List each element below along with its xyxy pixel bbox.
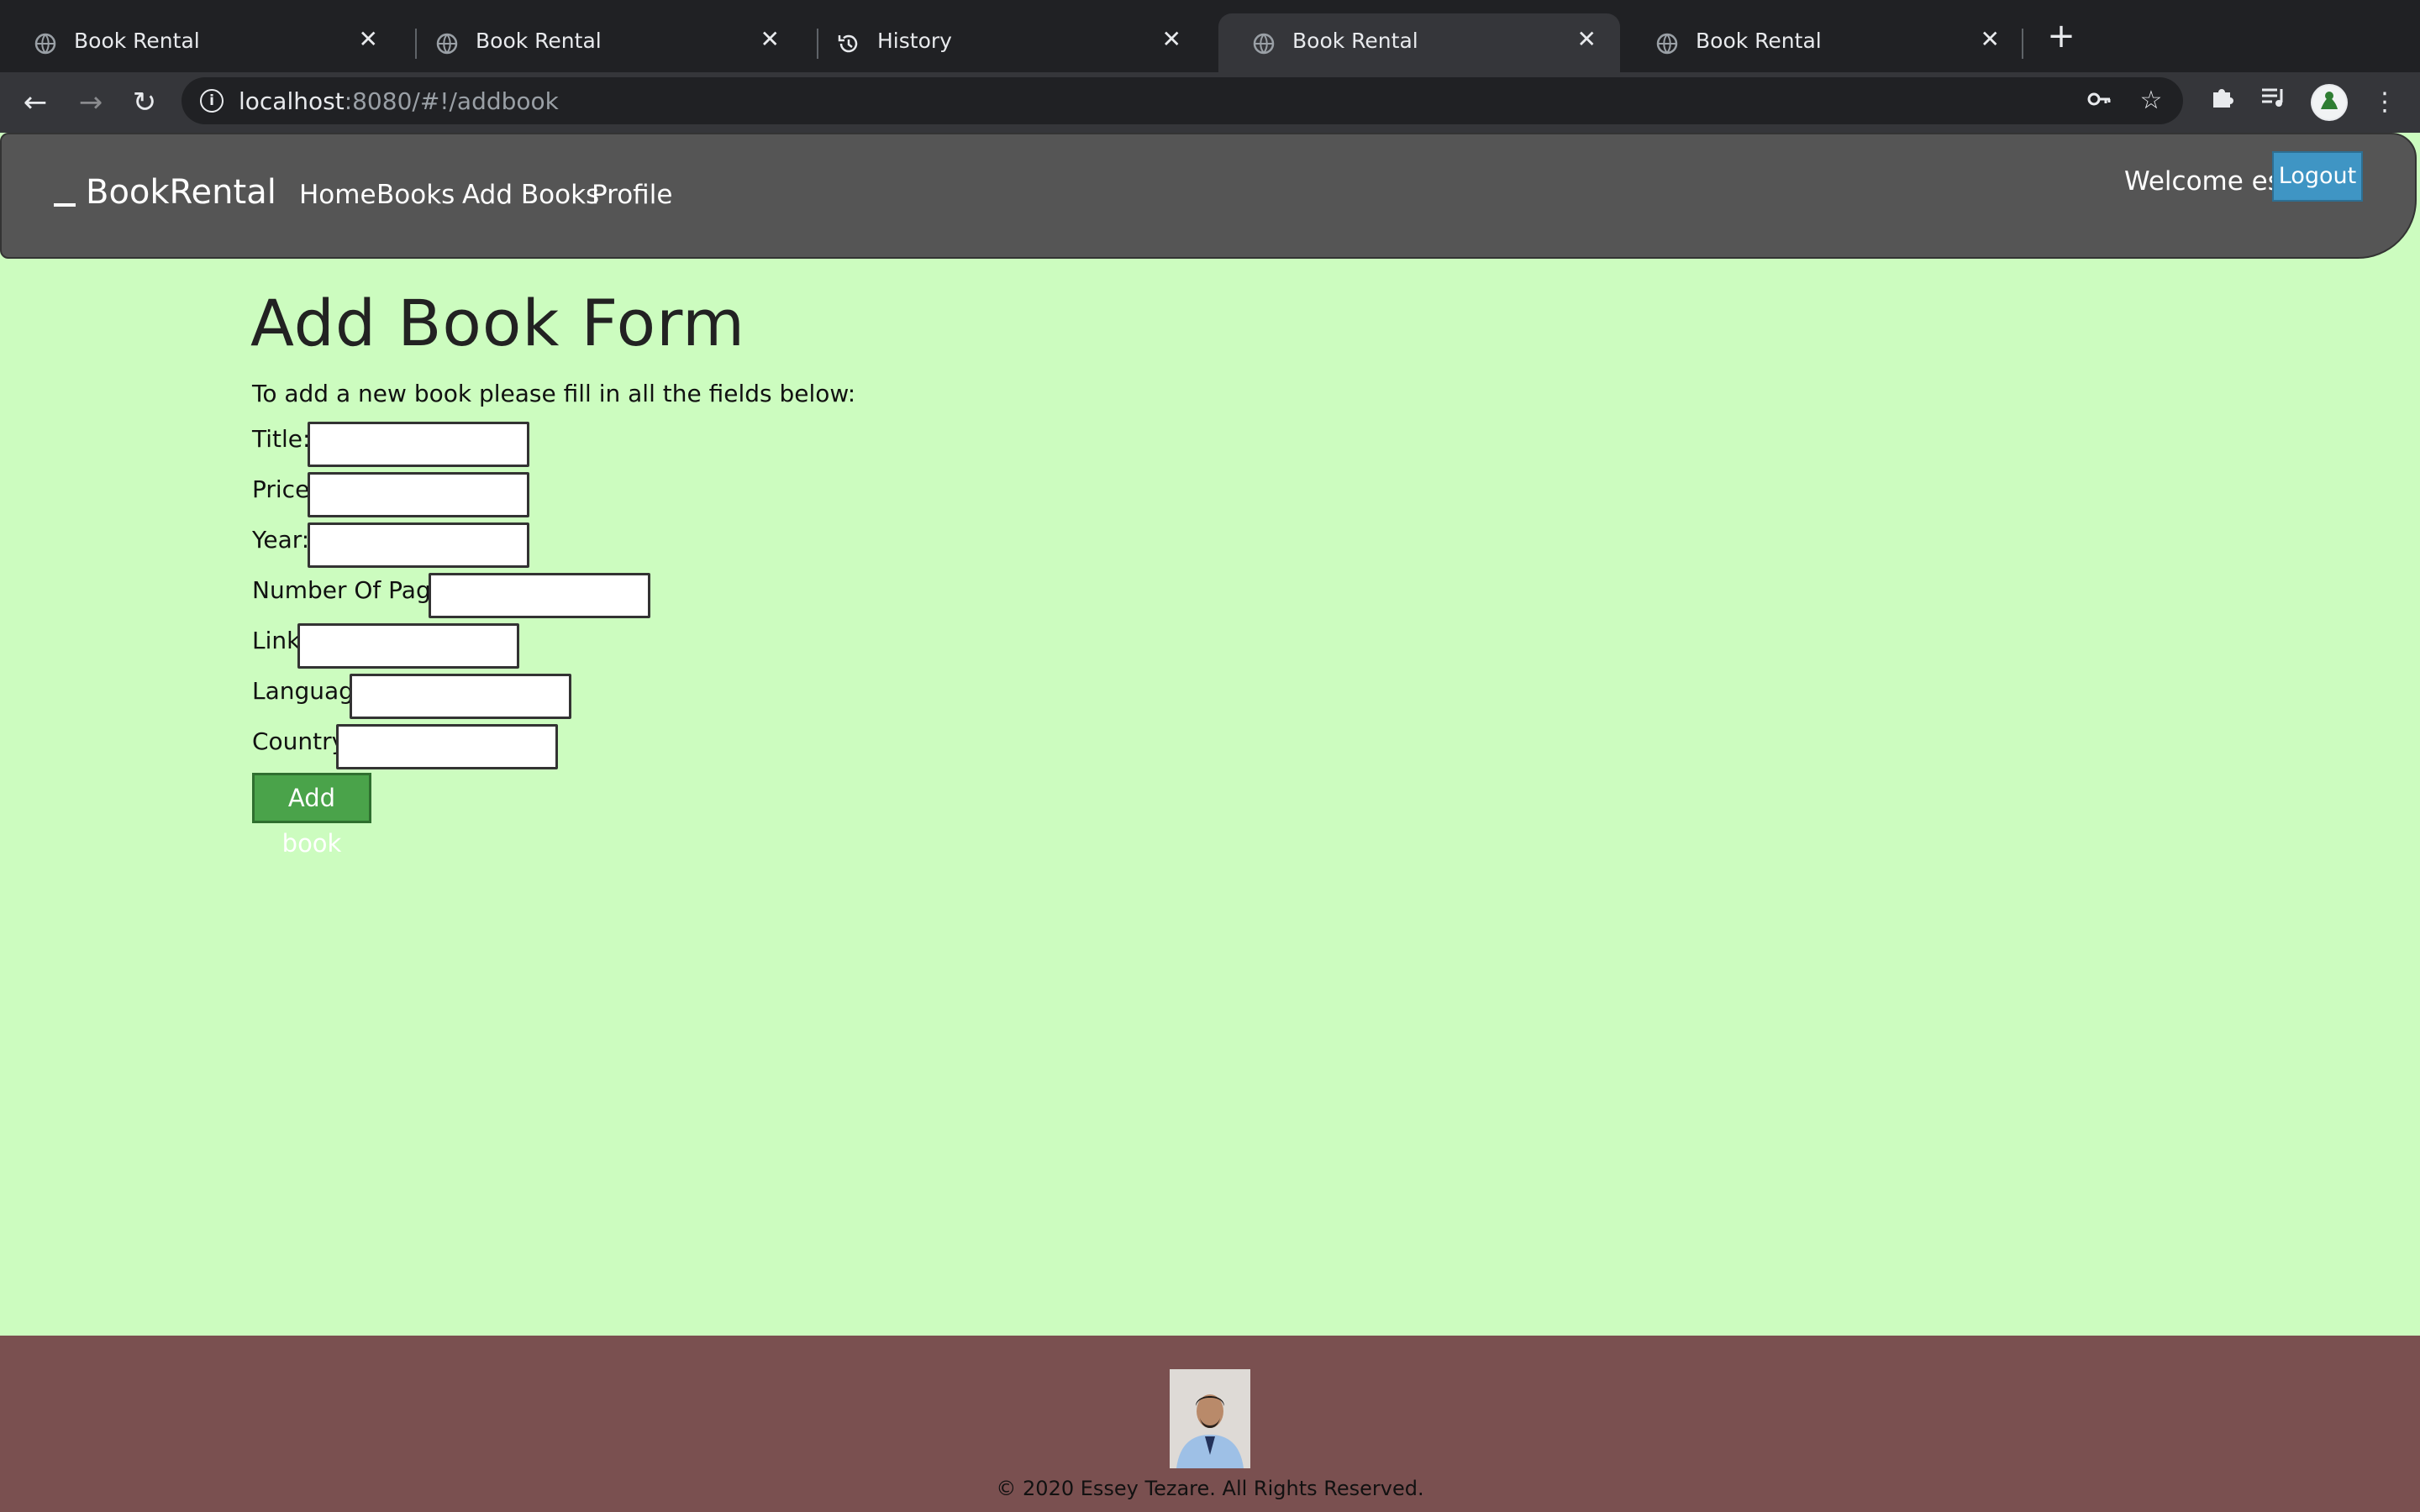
history-icon <box>838 34 858 53</box>
bookmark-star-icon[interactable]: ☆ <box>2136 86 2166 116</box>
brand-name: BookRental <box>86 173 276 212</box>
forward-arrow-icon[interactable]: → <box>72 84 109 121</box>
site-info-icon[interactable]: i <box>200 89 224 113</box>
form-instructions: To add a new book please fill in all the… <box>252 380 856 407</box>
globe-icon <box>1253 33 1275 55</box>
address-bar[interactable]: i localhost:8080/#!/addbook ☆ <box>182 77 2183 124</box>
browser-tab-5[interactable]: Book Rental ✕ <box>1622 13 2023 72</box>
browser-tab-2[interactable]: Book Rental ✕ <box>402 13 803 72</box>
nav-link-books[interactable]: Books <box>376 180 455 210</box>
back-arrow-icon[interactable]: ← <box>17 84 54 121</box>
url-host: localhost <box>239 87 345 115</box>
nav-link-home[interactable]: Home <box>299 180 376 210</box>
browser-menu-kebab-icon[interactable]: ⋮ <box>2366 84 2403 121</box>
footer: © 2020 Essey Tezare. All Rights Reserved… <box>0 1336 2420 1512</box>
globe-icon <box>1656 33 1678 55</box>
add-book-button[interactable]: Add book <box>252 773 371 858</box>
close-icon[interactable]: ✕ <box>1162 28 1181 51</box>
browser-tab-strip: Book Rental ✕ Book Rental ✕ History ✕ Bo… <box>0 0 2420 72</box>
reload-icon[interactable]: ↻ <box>126 84 163 121</box>
copyright-text: © 2020 Essey Tezare. All Rights Reserved… <box>996 1477 1424 1500</box>
tab-separator <box>2022 29 2023 59</box>
profile-avatar-icon[interactable] <box>2311 84 2348 121</box>
title-label: Title: <box>252 425 311 453</box>
close-icon[interactable]: ✕ <box>1981 28 2000 51</box>
globe-icon <box>436 33 458 55</box>
key-icon[interactable] <box>2084 86 2114 116</box>
pages-input[interactable] <box>429 573 650 618</box>
brand-logo[interactable]: BookRental <box>54 173 276 212</box>
close-icon[interactable]: ✕ <box>1577 28 1597 51</box>
close-icon[interactable]: ✕ <box>760 28 780 51</box>
browser-toolbar: ← → ↻ i localhost:8080/#!/addbook ☆ ⋮ <box>0 72 2420 133</box>
url-path: :8080/#!/addbook <box>344 87 559 115</box>
browser-tab-3[interactable]: History ✕ <box>803 13 1205 72</box>
extensions-puzzle-icon[interactable] <box>2203 84 2240 121</box>
country-input[interactable] <box>336 724 558 769</box>
language-input[interactable] <box>350 674 571 719</box>
year-input[interactable] <box>308 522 529 568</box>
browser-tab-4-active[interactable]: Book Rental ✕ <box>1218 13 1620 72</box>
globe-icon <box>34 33 56 55</box>
title-input[interactable] <box>308 422 529 467</box>
new-tab-plus-icon[interactable]: + <box>2044 18 2079 54</box>
year-label: Year: <box>252 526 310 554</box>
author-photo <box>1170 1369 1250 1468</box>
media-queue-icon[interactable] <box>2255 84 2292 121</box>
price-input[interactable] <box>308 472 529 517</box>
book-icon <box>54 203 76 207</box>
browser-tab-1[interactable]: Book Rental ✕ <box>0 13 402 72</box>
tab-title: Book Rental <box>476 29 602 53</box>
tab-title: Book Rental <box>74 29 200 53</box>
logout-button[interactable]: Logout <box>2272 151 2363 202</box>
page-title: Add Book Form <box>250 286 746 360</box>
link-input[interactable] <box>297 623 519 669</box>
nav-link-profile[interactable]: Profile <box>592 180 672 210</box>
tab-title: History <box>877 29 952 53</box>
url-text[interactable]: localhost:8080/#!/addbook <box>239 87 559 115</box>
app-navbar: BookRental Home Books Add Books Profile … <box>0 133 2417 259</box>
close-icon[interactable]: ✕ <box>359 28 378 51</box>
tab-title: Book Rental <box>1292 29 1418 53</box>
tab-title: Book Rental <box>1696 29 1822 53</box>
nav-link-add-books[interactable]: Add Books <box>462 180 599 210</box>
